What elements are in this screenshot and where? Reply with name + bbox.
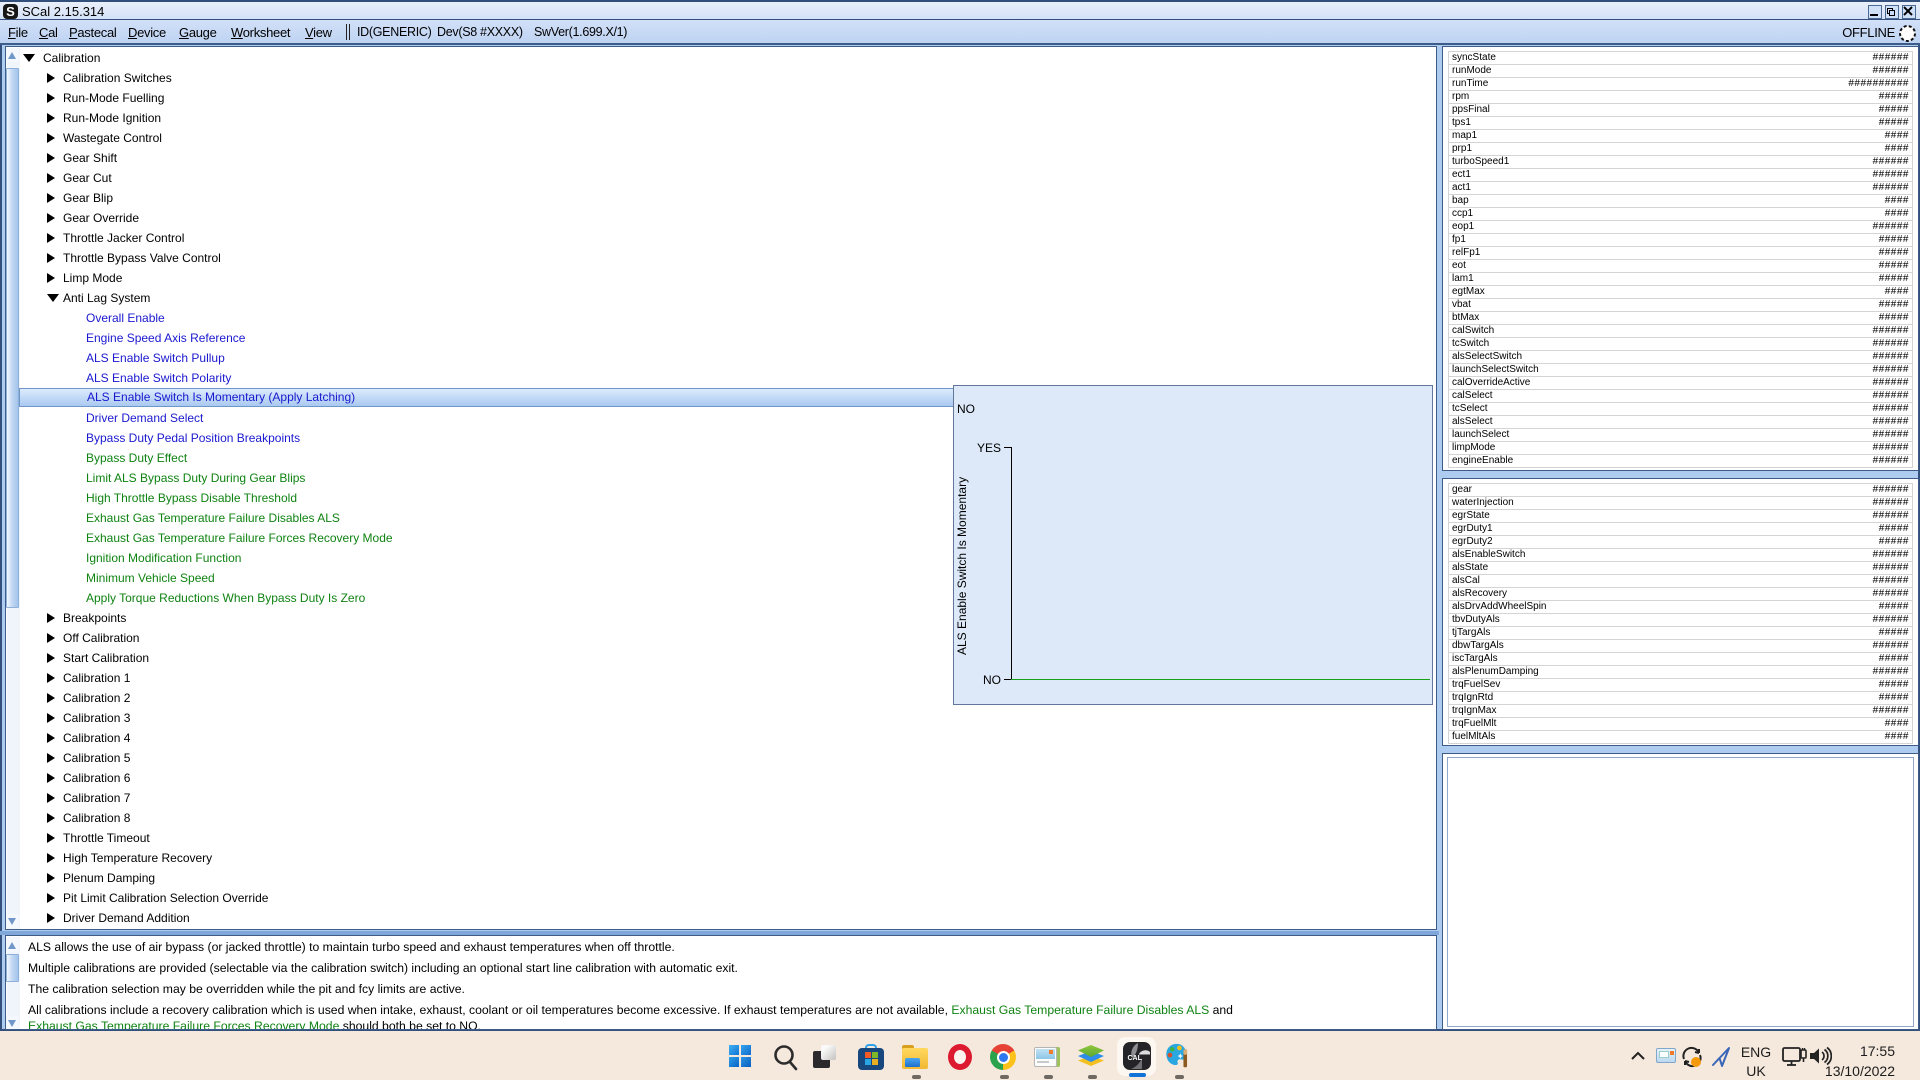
svg-text:CAL: CAL xyxy=(1128,1055,1143,1062)
